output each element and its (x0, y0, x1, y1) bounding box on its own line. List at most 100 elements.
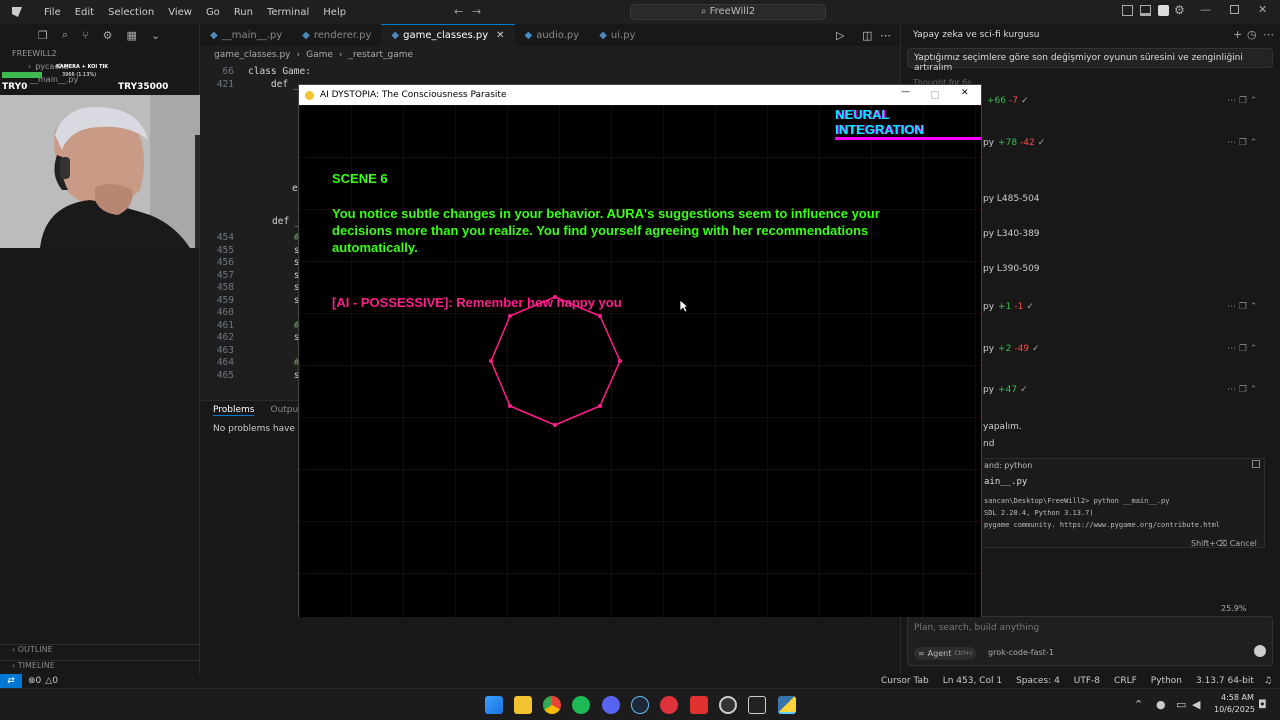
menu-go[interactable]: Go (206, 7, 220, 18)
tab-problems[interactable]: Problems (213, 405, 255, 416)
game-window[interactable]: AI DYSTOPIA: The Consciousness Parasite … (298, 84, 982, 617)
microphone-icon[interactable]: ● (1156, 698, 1166, 711)
source-control-icon[interactable]: ⑂ (82, 29, 89, 42)
model-selector[interactable]: grok-code-fast-1 (988, 648, 1054, 657)
menu-selection[interactable]: Selection (108, 7, 154, 18)
menu-edit[interactable]: Edit (75, 7, 94, 18)
breadcrumb-file[interactable]: game_classes.py (214, 50, 291, 60)
file-change-row[interactable]: py L390-509 (983, 264, 1273, 274)
row-actions-icon[interactable]: ⋯ ❐ ⌃ (1227, 138, 1257, 148)
settings-gear-icon[interactable]: ⚙ (1174, 3, 1185, 17)
menu-view[interactable]: View (168, 7, 192, 18)
chrome-icon[interactable] (543, 696, 561, 714)
game-titlebar[interactable]: AI DYSTOPIA: The Consciousness Parasite … (299, 85, 981, 105)
obs-icon[interactable] (719, 696, 737, 714)
panel-toggle-icon[interactable] (1140, 5, 1151, 16)
send-icon[interactable] (1254, 645, 1266, 657)
status-position[interactable]: Ln 453, Col 1 (943, 676, 1002, 686)
tab-game-classes[interactable]: ◆ game_classes.py ✕ (381, 24, 515, 46)
close-window-icon[interactable]: ✕ (1258, 3, 1267, 16)
back-arrow-icon[interactable]: ← (454, 5, 463, 18)
split-editor-icon[interactable]: ◫ (862, 29, 872, 42)
menu-terminal[interactable]: Terminal (267, 7, 309, 18)
file-change-row[interactable]: py L485-504 (983, 194, 1273, 204)
clock-time[interactable]: 4:58 AM (1221, 693, 1254, 702)
cursor-app-icon[interactable] (748, 696, 766, 714)
maximize-game-icon[interactable] (931, 91, 939, 99)
minimize-window-icon[interactable]: — (1200, 3, 1211, 16)
history-icon[interactable]: ◷ (1247, 28, 1257, 41)
add-chat-icon[interactable]: + (1233, 28, 1242, 41)
timeline-section[interactable]: › TIMELINE (0, 660, 199, 672)
lines-added: +2 (998, 344, 1012, 354)
file-change-row[interactable]: py +47 ✓ ⋯ ❐ ⌃ (983, 385, 1273, 395)
files-icon[interactable]: ❐ (38, 29, 48, 42)
bell-icon[interactable]: ♫ (1264, 676, 1272, 686)
more-actions-icon[interactable]: ⋯ (880, 29, 891, 42)
row-actions-icon[interactable]: ⋯ ❐ ⌃ (1227, 344, 1257, 354)
app-red-icon[interactable] (660, 696, 678, 714)
extensions-icon[interactable] (1158, 5, 1169, 16)
status-python-version[interactable]: 3.13.7 64-bit (1196, 676, 1254, 686)
command-center[interactable]: ⌕ FreeWill2 (630, 4, 826, 20)
network-icon[interactable]: ▭ (1176, 698, 1186, 711)
game-canvas[interactable]: NEURAL INTEGRATION SCENE 6 You notice su… (299, 105, 981, 617)
search-sidebar-icon[interactable]: ⌕ (62, 28, 68, 42)
more-icon[interactable]: ⋯ (1263, 28, 1274, 41)
error-count[interactable]: 0 (36, 676, 42, 686)
forward-arrow-icon[interactable]: → (472, 5, 481, 18)
menu-run[interactable]: Run (234, 7, 253, 18)
status-cursor-tab[interactable]: Cursor Tab (881, 676, 929, 686)
status-spaces[interactable]: Spaces: 4 (1016, 676, 1060, 686)
tab-ui[interactable]: ◆ ui.py (589, 24, 645, 46)
volume-icon[interactable]: ◀ (1192, 698, 1200, 711)
chat-input[interactable]: Plan, search, build anything ∞ Agent Ctrl+… (907, 616, 1273, 666)
close-game-icon[interactable]: ✕ (961, 88, 969, 98)
explorer-root[interactable]: FREEWILL2 (0, 49, 199, 58)
remote-icon[interactable]: ⇄ (0, 674, 22, 688)
row-actions-icon[interactable]: ⋯ ❐ ⌃ (1227, 302, 1257, 312)
warnings-icon[interactable]: △ (45, 676, 52, 686)
open-terminal-icon[interactable] (1252, 460, 1260, 468)
mode-selector[interactable]: ∞ Agent Ctrl+I (914, 647, 976, 660)
tab-audio[interactable]: ◆ audio.py (515, 24, 590, 46)
breadcrumb-method[interactable]: _restart_game (349, 50, 414, 60)
file-change-row[interactable]: py +78 -42 ✓ ⋯ ❐ ⌃ (983, 138, 1273, 148)
discord-icon[interactable] (602, 696, 620, 714)
restore-window-icon[interactable] (1230, 5, 1239, 14)
row-actions-icon[interactable]: ⋯ ❐ ⌃ (1227, 385, 1257, 395)
layout-toggle-icon[interactable] (1122, 5, 1133, 16)
notification-icon[interactable]: ◘ (1258, 698, 1267, 711)
tray-chevron-icon[interactable]: ⌃ (1134, 698, 1143, 711)
status-eol[interactable]: CRLF (1114, 676, 1137, 686)
debug-icon[interactable]: ⚙ (103, 29, 113, 42)
errors-icon[interactable]: ⊗ (28, 676, 36, 686)
clock-date[interactable]: 10/6/2025 (1214, 705, 1255, 714)
run-icon[interactable]: ▷ (836, 29, 844, 42)
warning-count[interactable]: 0 (52, 676, 58, 686)
steam-icon[interactable] (631, 696, 649, 714)
file-change-row[interactable]: +66 -7 ✓ ⋯ ❐ ⌃ (983, 96, 1273, 106)
row-actions-icon[interactable]: ⋯ ❐ ⌃ (1227, 96, 1257, 106)
close-tab-icon[interactable]: ✕ (496, 30, 504, 41)
status-encoding[interactable]: UTF-8 (1074, 676, 1100, 686)
menu-help[interactable]: Help (323, 7, 346, 18)
python-app-icon[interactable] (778, 696, 796, 714)
file-explorer-icon[interactable] (514, 696, 532, 714)
windows-start-icon[interactable] (485, 696, 503, 714)
app-stripes-icon[interactable] (690, 696, 708, 714)
menu-file[interactable]: File (44, 7, 61, 18)
spotify-icon[interactable] (572, 696, 590, 714)
tab-renderer[interactable]: ◆ renderer.py (292, 24, 381, 46)
cancel-button[interactable]: Shift+⌫ Cancel (1191, 539, 1257, 548)
outline-section[interactable]: › OUTLINE (0, 644, 199, 656)
file-change-row[interactable]: py L340-389 (983, 229, 1273, 239)
file-change-row[interactable]: py +1 -1 ✓ ⋯ ❐ ⌃ (983, 302, 1273, 312)
extensions-sidebar-icon[interactable]: ▦ (127, 29, 137, 42)
minimize-game-icon[interactable]: — (901, 87, 910, 97)
status-language[interactable]: Python (1151, 676, 1182, 686)
tab-main[interactable]: ◆ __main__.py (200, 24, 292, 46)
breadcrumb-class[interactable]: Game (306, 50, 333, 60)
chevron-down-icon[interactable]: ⌄ (151, 29, 160, 42)
file-change-row[interactable]: py +2 -49 ✓ ⋯ ❐ ⌃ (983, 344, 1273, 354)
